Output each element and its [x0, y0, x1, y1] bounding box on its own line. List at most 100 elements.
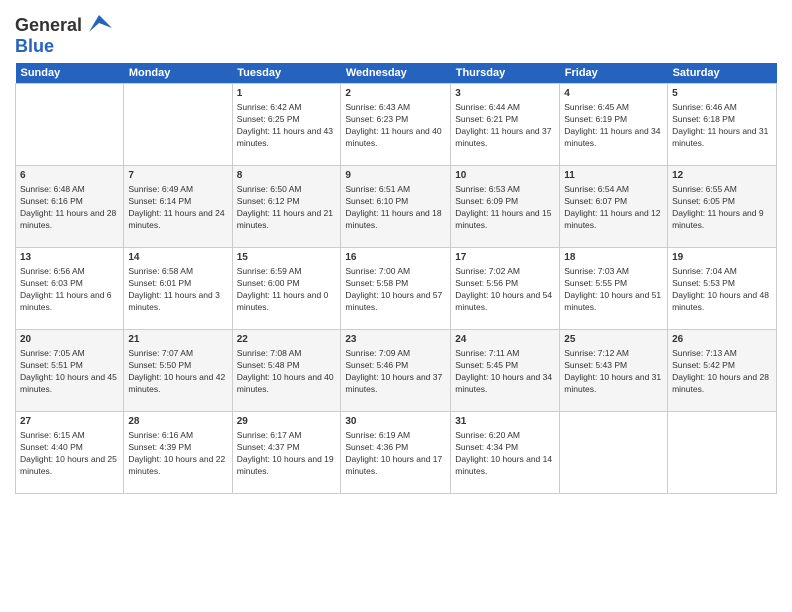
day-number: 3 — [455, 87, 555, 101]
day-number: 28 — [128, 415, 227, 429]
calendar-cell: 2Sunrise: 6:43 AM Sunset: 6:23 PM Daylig… — [341, 84, 451, 166]
day-number: 17 — [455, 251, 555, 265]
calendar-cell: 8Sunrise: 6:50 AM Sunset: 6:12 PM Daylig… — [232, 166, 341, 248]
week-row-4: 20Sunrise: 7:05 AM Sunset: 5:51 PM Dayli… — [16, 330, 777, 412]
cell-info: Sunrise: 7:02 AM Sunset: 5:56 PM Dayligh… — [455, 266, 555, 314]
page: General Blue SundayMondayTuesdayWednesda… — [0, 0, 792, 612]
calendar-cell: 26Sunrise: 7:13 AM Sunset: 5:42 PM Dayli… — [668, 330, 777, 412]
week-row-5: 27Sunrise: 6:15 AM Sunset: 4:40 PM Dayli… — [16, 412, 777, 494]
calendar-cell: 20Sunrise: 7:05 AM Sunset: 5:51 PM Dayli… — [16, 330, 124, 412]
calendar-cell: 16Sunrise: 7:00 AM Sunset: 5:58 PM Dayli… — [341, 248, 451, 330]
logo-general-text: General — [15, 15, 82, 36]
day-number: 27 — [20, 415, 119, 429]
day-number: 14 — [128, 251, 227, 265]
calendar-cell: 7Sunrise: 6:49 AM Sunset: 6:14 PM Daylig… — [124, 166, 232, 248]
day-number: 21 — [128, 333, 227, 347]
calendar-cell: 17Sunrise: 7:02 AM Sunset: 5:56 PM Dayli… — [451, 248, 560, 330]
calendar-table: SundayMondayTuesdayWednesdayThursdayFrid… — [15, 63, 777, 494]
cell-info: Sunrise: 6:46 AM Sunset: 6:18 PM Dayligh… — [672, 102, 772, 150]
calendar-cell — [124, 84, 232, 166]
calendar-cell — [668, 412, 777, 494]
day-number: 25 — [564, 333, 663, 347]
cell-info: Sunrise: 6:20 AM Sunset: 4:34 PM Dayligh… — [455, 430, 555, 478]
cell-info: Sunrise: 6:51 AM Sunset: 6:10 PM Dayligh… — [345, 184, 446, 232]
day-number: 2 — [345, 87, 446, 101]
calendar-cell: 3Sunrise: 6:44 AM Sunset: 6:21 PM Daylig… — [451, 84, 560, 166]
day-number: 22 — [237, 333, 337, 347]
day-number: 23 — [345, 333, 446, 347]
calendar-cell: 5Sunrise: 6:46 AM Sunset: 6:18 PM Daylig… — [668, 84, 777, 166]
cell-info: Sunrise: 6:49 AM Sunset: 6:14 PM Dayligh… — [128, 184, 227, 232]
cell-info: Sunrise: 6:42 AM Sunset: 6:25 PM Dayligh… — [237, 102, 337, 150]
cell-info: Sunrise: 6:50 AM Sunset: 6:12 PM Dayligh… — [237, 184, 337, 232]
day-number: 16 — [345, 251, 446, 265]
logo: General Blue — [15, 10, 112, 57]
cell-info: Sunrise: 6:59 AM Sunset: 6:00 PM Dayligh… — [237, 266, 337, 314]
calendar-cell: 1Sunrise: 6:42 AM Sunset: 6:25 PM Daylig… — [232, 84, 341, 166]
col-header-tuesday: Tuesday — [232, 63, 341, 84]
day-number: 26 — [672, 333, 772, 347]
cell-info: Sunrise: 7:11 AM Sunset: 5:45 PM Dayligh… — [455, 348, 555, 396]
cell-info: Sunrise: 6:16 AM Sunset: 4:39 PM Dayligh… — [128, 430, 227, 478]
calendar-cell: 18Sunrise: 7:03 AM Sunset: 5:55 PM Dayli… — [560, 248, 668, 330]
week-row-1: 1Sunrise: 6:42 AM Sunset: 6:25 PM Daylig… — [16, 84, 777, 166]
calendar-cell: 12Sunrise: 6:55 AM Sunset: 6:05 PM Dayli… — [668, 166, 777, 248]
cell-info: Sunrise: 6:43 AM Sunset: 6:23 PM Dayligh… — [345, 102, 446, 150]
calendar-cell — [560, 412, 668, 494]
day-number: 8 — [237, 169, 337, 183]
cell-info: Sunrise: 7:09 AM Sunset: 5:46 PM Dayligh… — [345, 348, 446, 396]
calendar-cell: 4Sunrise: 6:45 AM Sunset: 6:19 PM Daylig… — [560, 84, 668, 166]
calendar-cell: 9Sunrise: 6:51 AM Sunset: 6:10 PM Daylig… — [341, 166, 451, 248]
day-number: 10 — [455, 169, 555, 183]
day-number: 11 — [564, 169, 663, 183]
calendar-cell: 25Sunrise: 7:12 AM Sunset: 5:43 PM Dayli… — [560, 330, 668, 412]
calendar-cell — [16, 84, 124, 166]
calendar-cell: 6Sunrise: 6:48 AM Sunset: 6:16 PM Daylig… — [16, 166, 124, 248]
cell-info: Sunrise: 6:53 AM Sunset: 6:09 PM Dayligh… — [455, 184, 555, 232]
day-number: 20 — [20, 333, 119, 347]
week-row-2: 6Sunrise: 6:48 AM Sunset: 6:16 PM Daylig… — [16, 166, 777, 248]
calendar-cell: 14Sunrise: 6:58 AM Sunset: 6:01 PM Dayli… — [124, 248, 232, 330]
day-number: 9 — [345, 169, 446, 183]
day-number: 1 — [237, 87, 337, 101]
col-header-thursday: Thursday — [451, 63, 560, 84]
calendar-cell: 29Sunrise: 6:17 AM Sunset: 4:37 PM Dayli… — [232, 412, 341, 494]
cell-info: Sunrise: 7:12 AM Sunset: 5:43 PM Dayligh… — [564, 348, 663, 396]
calendar-cell: 30Sunrise: 6:19 AM Sunset: 4:36 PM Dayli… — [341, 412, 451, 494]
cell-info: Sunrise: 7:00 AM Sunset: 5:58 PM Dayligh… — [345, 266, 446, 314]
header: General Blue — [15, 10, 777, 57]
cell-info: Sunrise: 6:19 AM Sunset: 4:36 PM Dayligh… — [345, 430, 446, 478]
day-number: 6 — [20, 169, 119, 183]
calendar-cell: 31Sunrise: 6:20 AM Sunset: 4:34 PM Dayli… — [451, 412, 560, 494]
day-number: 12 — [672, 169, 772, 183]
col-header-monday: Monday — [124, 63, 232, 84]
week-row-3: 13Sunrise: 6:56 AM Sunset: 6:03 PM Dayli… — [16, 248, 777, 330]
calendar-cell: 15Sunrise: 6:59 AM Sunset: 6:00 PM Dayli… — [232, 248, 341, 330]
calendar-cell: 11Sunrise: 6:54 AM Sunset: 6:07 PM Dayli… — [560, 166, 668, 248]
cell-info: Sunrise: 6:15 AM Sunset: 4:40 PM Dayligh… — [20, 430, 119, 478]
day-number: 5 — [672, 87, 772, 101]
cell-info: Sunrise: 7:08 AM Sunset: 5:48 PM Dayligh… — [237, 348, 337, 396]
cell-info: Sunrise: 6:48 AM Sunset: 6:16 PM Dayligh… — [20, 184, 119, 232]
calendar-cell: 28Sunrise: 6:16 AM Sunset: 4:39 PM Dayli… — [124, 412, 232, 494]
cell-info: Sunrise: 6:55 AM Sunset: 6:05 PM Dayligh… — [672, 184, 772, 232]
cell-info: Sunrise: 6:56 AM Sunset: 6:03 PM Dayligh… — [20, 266, 119, 314]
day-number: 31 — [455, 415, 555, 429]
col-header-sunday: Sunday — [16, 63, 124, 84]
day-number: 30 — [345, 415, 446, 429]
calendar-cell: 19Sunrise: 7:04 AM Sunset: 5:53 PM Dayli… — [668, 248, 777, 330]
calendar-cell: 27Sunrise: 6:15 AM Sunset: 4:40 PM Dayli… — [16, 412, 124, 494]
col-header-wednesday: Wednesday — [341, 63, 451, 84]
day-number: 29 — [237, 415, 337, 429]
cell-info: Sunrise: 7:07 AM Sunset: 5:50 PM Dayligh… — [128, 348, 227, 396]
day-number: 15 — [237, 251, 337, 265]
cell-info: Sunrise: 6:44 AM Sunset: 6:21 PM Dayligh… — [455, 102, 555, 150]
cell-info: Sunrise: 7:13 AM Sunset: 5:42 PM Dayligh… — [672, 348, 772, 396]
logo-bird-icon — [84, 10, 114, 40]
day-number: 24 — [455, 333, 555, 347]
day-number: 13 — [20, 251, 119, 265]
day-number: 18 — [564, 251, 663, 265]
cell-info: Sunrise: 6:58 AM Sunset: 6:01 PM Dayligh… — [128, 266, 227, 314]
cell-info: Sunrise: 7:03 AM Sunset: 5:55 PM Dayligh… — [564, 266, 663, 314]
col-header-saturday: Saturday — [668, 63, 777, 84]
